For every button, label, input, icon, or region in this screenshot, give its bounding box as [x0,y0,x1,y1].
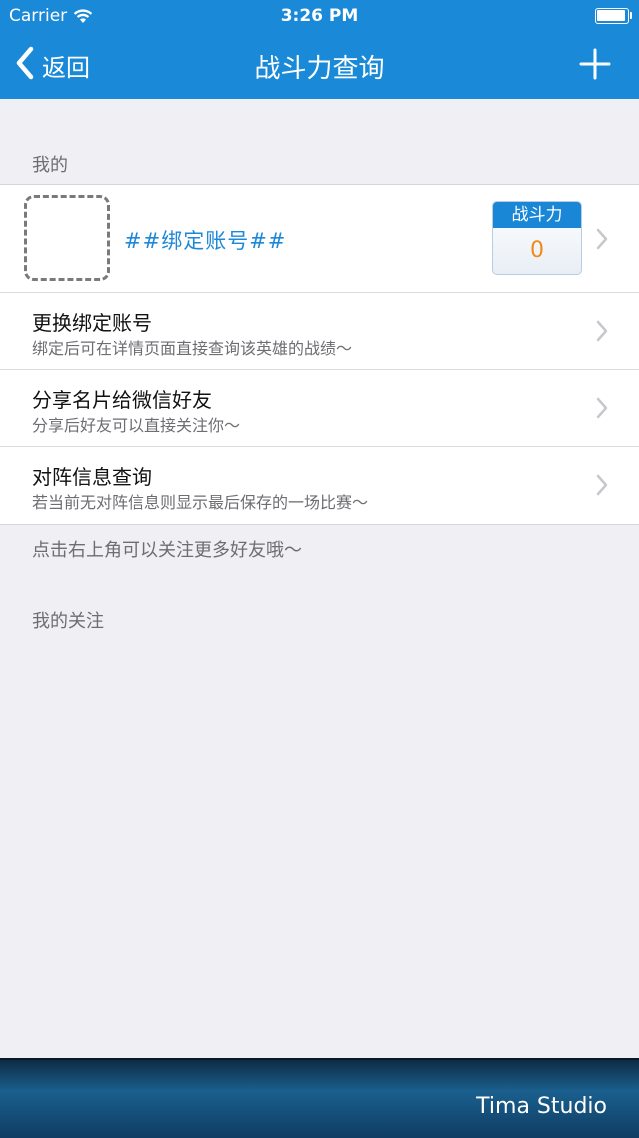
chevron-right-icon [596,397,608,419]
battery-icon [595,8,632,24]
bottom-banner[interactable]: Tima Studio [0,1058,639,1138]
menu-item-match-info[interactable]: 对阵信息查询 若当前无对阵信息则显示最后保存的一场比赛～ [0,447,639,524]
section-header-following: 我的关注 [32,611,104,632]
navigation-bar: 返回 战斗力查询 [0,34,639,99]
avatar-placeholder[interactable] [24,195,110,281]
plus-icon [579,48,611,80]
section-header-mine: 我的 [32,155,68,176]
bind-account-label: ##绑定账号## [124,229,287,253]
banner-text: Tima Studio [476,1094,607,1119]
chevron-right-icon [596,228,608,250]
profile-row[interactable]: ##绑定账号## 战斗力 0 [0,185,639,293]
add-button[interactable] [577,46,613,82]
status-time: 3:26 PM [280,6,359,26]
power-value: 0 [530,238,544,263]
status-bar: Carrier 3:26 PM [0,0,639,34]
menu-item-title: 更换绑定账号 [32,311,152,335]
menu-item-title: 对阵信息查询 [32,465,152,489]
menu-item-share-card[interactable]: 分享名片给微信好友 分享后好友可以直接关注你～ [0,370,639,447]
chevron-right-icon [596,320,608,342]
menu-item-title: 分享名片给微信好友 [32,388,212,412]
menu-item-subtitle: 分享后好友可以直接关注你～ [32,416,241,435]
page-title: 战斗力查询 [254,54,385,84]
menu-item-subtitle: 绑定后可在详情页面直接查询该英雄的战绩～ [32,339,353,358]
menu-item-change-account[interactable]: 更换绑定账号 绑定后可在详情页面直接查询该英雄的战绩～ [0,293,639,370]
top-bar: Carrier 3:26 PM 返回 战斗力查询 [0,0,639,99]
chevron-right-icon [596,474,608,496]
power-badge: 战斗力 0 [492,201,582,275]
menu-item-subtitle: 若当前无对阵信息则显示最后保存的一场比赛～ [32,493,369,512]
power-label: 战斗力 [493,202,581,228]
footer-note: 点击右上角可以关注更多好友哦～ [32,540,302,561]
mine-group: ##绑定账号## 战斗力 0 更换绑定账号 绑定后可在详情页面直接查询该英雄的战… [0,184,639,525]
